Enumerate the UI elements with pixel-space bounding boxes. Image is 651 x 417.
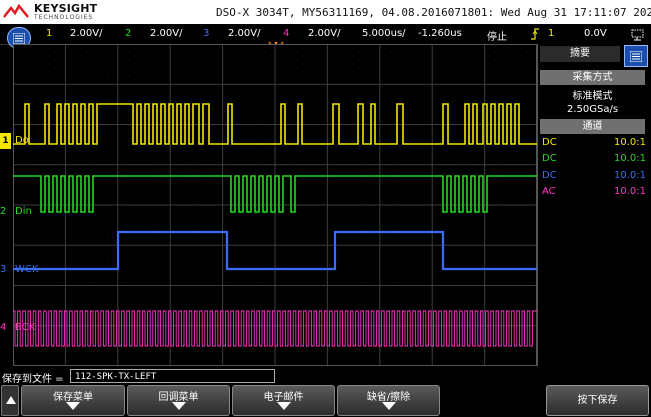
ch2-ground-marker[interactable]: 2 bbox=[0, 206, 11, 219]
channel-header: 通道 bbox=[540, 119, 645, 134]
softkey-label: 回调菜单 bbox=[158, 392, 199, 403]
softkey-label: 电子邮件 bbox=[263, 392, 304, 403]
ch4-ground-marker[interactable]: 4 bbox=[0, 322, 11, 335]
ch1-number[interactable]: 1 bbox=[46, 28, 52, 39]
softkey-default-erase[interactable]: 缺省/擦除 bbox=[337, 385, 440, 416]
run-state: 停止 bbox=[487, 32, 507, 43]
ch1-probe: 10.0:1 bbox=[614, 137, 646, 148]
ch3-summary-row: DC 10.0:1 bbox=[542, 170, 646, 183]
ch1-coupling: DC bbox=[542, 137, 557, 148]
menu-icon bbox=[13, 33, 25, 44]
trigger-edge-icon bbox=[531, 28, 539, 40]
softkey-label: 缺省/擦除 bbox=[366, 392, 411, 403]
ch4-probe: 10.0:1 bbox=[614, 186, 646, 197]
instrument-info: DSO-X 3034T, MY56311169, 04.08.201607180… bbox=[216, 6, 651, 19]
ch2-probe: 10.0:1 bbox=[614, 153, 646, 164]
timebase-scale[interactable]: 5.000us/ bbox=[362, 28, 406, 39]
save-to-file-label: 保存到文件 = bbox=[2, 374, 64, 385]
ch3-scale[interactable]: 2.00V/ bbox=[228, 28, 260, 39]
softkey-recall-menu[interactable]: 回调菜单 bbox=[127, 385, 230, 416]
ch4-scale[interactable]: 2.00V/ bbox=[308, 28, 340, 39]
timebase-delay[interactable]: -1.260us bbox=[418, 28, 462, 39]
ch3-probe: 10.0:1 bbox=[614, 170, 646, 181]
acquisition-mode: 标准模式 bbox=[572, 91, 613, 102]
down-arrow-icon bbox=[276, 402, 291, 410]
down-arrow-icon bbox=[66, 402, 80, 410]
trace-label-bck: BCK bbox=[15, 322, 36, 333]
filename-field[interactable]: 112-SPK-TX-LEFT bbox=[70, 369, 275, 383]
ch4-number[interactable]: 4 bbox=[283, 28, 289, 39]
ch4-coupling: AC bbox=[542, 186, 556, 197]
trace-label-din: Din bbox=[15, 206, 32, 217]
ch2-number[interactable]: 2 bbox=[125, 28, 131, 39]
trace-label-wck: WCK bbox=[15, 264, 39, 275]
waveform-grid bbox=[13, 44, 537, 366]
menu-icon bbox=[630, 51, 642, 62]
brand-subtitle: TECHNOLOGIES bbox=[34, 14, 94, 21]
ch3-number[interactable]: 3 bbox=[203, 28, 209, 39]
ch2-scale[interactable]: 2.00V/ bbox=[150, 28, 182, 39]
ch2-coupling: DC bbox=[542, 153, 557, 164]
keysight-logo bbox=[3, 3, 29, 18]
panel-menu-button[interactable] bbox=[624, 45, 648, 67]
ch2-summary-row: DC 10.0:1 bbox=[542, 153, 646, 166]
softkey-label: 保存菜单 bbox=[53, 392, 93, 403]
ch4-summary-row: AC 10.0:1 bbox=[542, 186, 646, 199]
back-button[interactable] bbox=[1, 385, 19, 416]
trace-label-do: Do bbox=[15, 135, 29, 146]
network-icon bbox=[631, 29, 644, 41]
ch1-summary-row: DC 10.0:1 bbox=[542, 137, 646, 150]
ch1-scale[interactable]: 2.00V/ bbox=[70, 28, 102, 39]
press-to-save-button[interactable]: 按下保存 bbox=[546, 385, 649, 416]
down-arrow-icon bbox=[171, 402, 186, 410]
trigger-source[interactable]: 1 bbox=[548, 28, 554, 39]
sample-rate: 2.50GSa/s bbox=[566, 104, 619, 115]
down-arrow-icon bbox=[381, 402, 396, 410]
trigger-level[interactable]: 0.0V bbox=[584, 28, 607, 39]
acquisition-header: 采集方式 bbox=[540, 70, 645, 85]
ch3-coupling: DC bbox=[542, 170, 557, 181]
softkey-save-menu[interactable]: 保存菜单 bbox=[21, 385, 125, 416]
ch1-ground-marker[interactable]: 1 bbox=[0, 133, 11, 149]
back-arrow-icon bbox=[6, 396, 16, 404]
ch3-ground-marker[interactable]: 3 bbox=[0, 264, 11, 277]
softkey-email[interactable]: 电子邮件 bbox=[232, 385, 335, 416]
summary-title: 摘要 bbox=[540, 46, 620, 62]
